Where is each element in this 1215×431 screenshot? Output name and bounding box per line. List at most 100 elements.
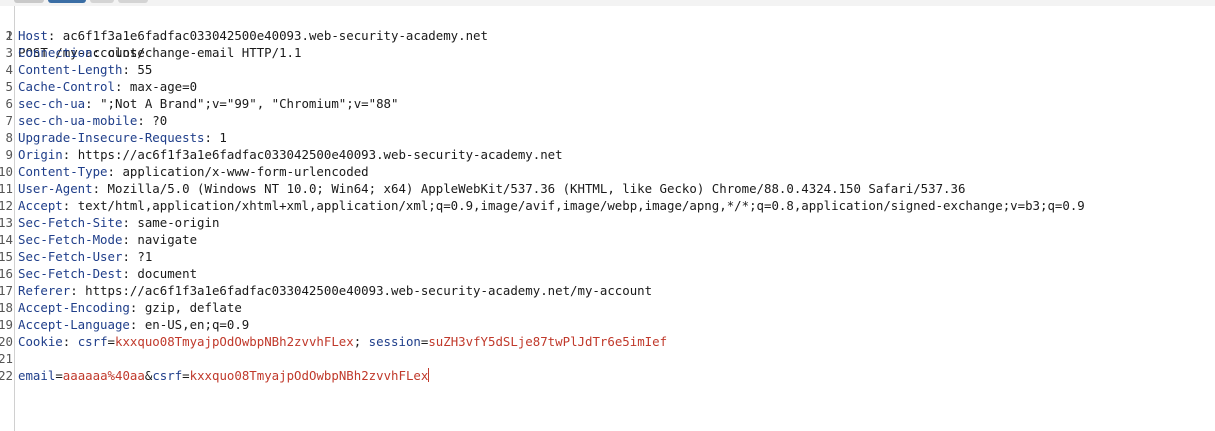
header-value: https://ac6f1f3a1e6fadfac033042500e40093… [77,147,563,162]
header-separator: : [114,79,130,94]
header-line: 6 sec-ch-ua: ";Not A Brand";v="99", "Chro… [0,95,1215,112]
line-number: 22 [0,368,13,383]
tab-inspector[interactable] [118,0,148,3]
header-line: 9 Origin: https://ac6f1f3a1e6fadfac033042… [0,146,1215,163]
header-separator: : [62,147,78,162]
body-line[interactable]: 22 email=aaaaaa%40aa&csrf=kxxquo08TmyajpO… [0,367,1215,384]
header-value: ?0 [152,113,168,128]
header-value: navigate [137,232,198,247]
line-number: 6 [5,96,13,111]
line-number: 12 [0,198,13,213]
line-number: 18 [0,300,13,315]
equals-sign: = [182,368,190,383]
header-separator: : [92,45,108,60]
header-name: Sec-Fetch-Mode [18,232,123,247]
tab-hex[interactable] [90,0,114,3]
header-separator: : [122,266,138,281]
cookie-header-name: Cookie [18,334,63,349]
header-text: Referer: https://ac6f1f3a1e6fadfac033042… [18,282,652,299]
line-number: 4 [5,62,13,77]
cookie-csrf-value: kxxquo08TmyajpOdOwbpNBh2zvvhFLex [115,334,354,349]
header-line: 4 Content-Length: 55 [0,61,1215,78]
header-text: Sec-Fetch-Site: same-origin [18,214,219,231]
header-line: 5 Cache-Control: max-age=0 [0,78,1215,95]
line-number: 20 [0,334,13,349]
header-name: Referer [18,283,71,298]
header-line: 19 Accept-Language: en-US,en;q=0.9 [0,316,1215,333]
line-number: 2 [5,28,13,43]
cookie-session-name: session [368,334,421,349]
header-text: Upgrade-Insecure-Requests: 1 [18,129,227,146]
tab-selected[interactable] [48,0,86,3]
header-line: 16 Sec-Fetch-Dest: document [0,265,1215,282]
text-caret [428,368,430,382]
line-number: 9 [5,147,13,162]
header-name: Sec-Fetch-Dest [18,266,123,281]
header-line: 17 Referer: https://ac6f1f3a1e6fadfac0330… [0,282,1215,299]
header-value: max-age=0 [129,79,198,94]
header-value: 1 [219,130,227,145]
header-separator: : [122,249,138,264]
header-separator: : [62,198,78,213]
header-line: 15 Sec-Fetch-User: ?1 [0,248,1215,265]
header-text: Sec-Fetch-Mode: navigate [18,231,197,248]
cookie-csrf-name: csrf [77,334,108,349]
http-request-editor[interactable]: 1 POST /my-account/change-email HTTP/1.1… [0,0,1215,431]
header-text: sec-ch-ua: ";Not A Brand";v="99", "Chrom… [18,95,398,112]
request-line: 1 POST /my-account/change-email HTTP/1.1 [0,10,1215,60]
header-line: 12 Accept: text/html,application/xhtml+xm… [0,197,1215,214]
header-text: Sec-Fetch-Dest: document [18,265,197,282]
header-name: Accept-Encoding [18,300,130,315]
body-email-name: email [18,368,56,383]
header-name: Accept-Language [18,317,130,332]
cookie-line: 20 Cookie: csrf=kxxquo08TmyajpOdOwbpNBh2z… [0,333,1215,350]
header-separator: : [62,334,78,349]
header-line: 7 sec-ch-ua-mobile: ?0 [0,112,1215,129]
equals-sign: = [55,368,63,383]
header-name: Content-Length [18,62,123,77]
header-text: Accept-Encoding: gzip, deflate [18,299,242,316]
header-value: ac6f1f3a1e6fadfac033042500e40093.web-sec… [62,28,488,43]
line-number: 15 [0,249,13,264]
header-text: sec-ch-ua-mobile: ?0 [18,112,167,129]
line-number: 14 [0,232,13,247]
line-number: 7 [5,113,13,128]
header-value: document [137,266,198,281]
header-name: Upgrade-Insecure-Requests [18,130,205,145]
header-text: Connection: close [18,44,145,61]
header-value: 55 [137,62,153,77]
header-value: ";Not A Brand";v="99", "Chromium";v="88" [100,96,399,111]
header-text: Host: ac6f1f3a1e6fadfac033042500e40093.w… [18,27,488,44]
body-csrf-value: kxxquo08TmyajpOdOwbpNBh2zvvhFLex [189,368,429,383]
header-line: 13 Sec-Fetch-Site: same-origin [0,214,1215,231]
header-name: Connection [18,45,93,60]
header-value: en-US,en;q=0.9 [144,317,250,332]
header-separator: : [47,28,63,43]
line-number: 10 [0,164,13,179]
header-name: sec-ch-ua-mobile [18,113,138,128]
header-text: Accept: text/html,application/xhtml+xml,… [18,197,1085,214]
header-separator: : [204,130,220,145]
header-name: Host [18,28,48,43]
header-text: Content-Type: application/x-www-form-url… [18,163,369,180]
header-text: Origin: https://ac6f1f3a1e6fadfac0330425… [18,146,563,163]
line-number: 5 [5,79,13,94]
body-email-value: aaaaaa%40aa [62,368,145,383]
header-text: Cache-Control: max-age=0 [18,78,197,95]
tab-raw[interactable] [14,0,44,3]
header-value: Mozilla/5.0 (Windows NT 10.0; Win64; x64… [107,181,966,196]
cookie-session-value: suZH3vfY5dSLje87twPlJdTr6e5imIef [428,334,668,349]
header-value: gzip, deflate [144,300,242,315]
line-number: 16 [0,266,13,281]
cookie-text: Cookie: csrf=kxxquo08TmyajpOdOwbpNBh2zvv… [18,333,667,350]
header-separator: : [92,181,108,196]
header-separator: : [129,317,145,332]
header-line: 11 User-Agent: Mozilla/5.0 (Windows NT 10… [0,180,1215,197]
header-name: User-Agent [18,181,93,196]
line-number: 19 [0,317,13,332]
header-text: Sec-Fetch-User: ?1 [18,248,152,265]
header-text: User-Agent: Mozilla/5.0 (Windows NT 10.0… [18,180,965,197]
request-lines: 1 POST /my-account/change-email HTTP/1.1… [0,10,1215,384]
body-text[interactable]: email=aaaaaa%40aa&csrf=kxxquo08TmyajpOdO… [18,367,430,384]
header-line: 3 Connection: close [0,44,1215,61]
